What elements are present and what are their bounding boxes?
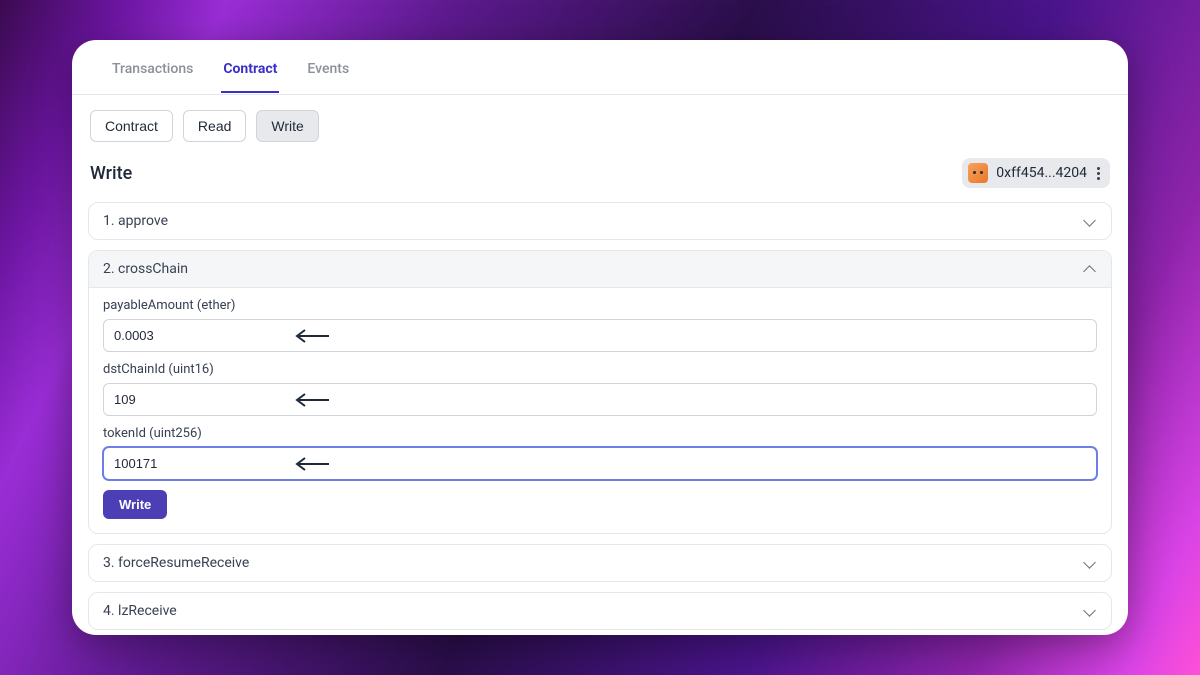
metamask-icon: [968, 163, 988, 183]
kebab-menu-icon[interactable]: [1095, 165, 1102, 182]
section-header: Write 0xff454...4204: [88, 158, 1112, 202]
function-header-crosschain[interactable]: 2. crossChain: [89, 251, 1111, 288]
field-wrap-payableamount: [103, 319, 1097, 352]
wallet-pill[interactable]: 0xff454...4204: [962, 158, 1110, 188]
tab-events[interactable]: Events: [305, 61, 351, 93]
body-area: Contract Read Write Write 0xff454...4204: [72, 94, 1128, 635]
chevron-down-icon: [1083, 604, 1097, 618]
chevron-down-icon: [1083, 556, 1097, 570]
wallet-address: 0xff454...4204: [996, 165, 1087, 181]
subtab-read[interactable]: Read: [183, 110, 246, 142]
field-wrap-tokenid: [103, 447, 1097, 480]
app-window: Transactions Contract Events Contract Re…: [72, 40, 1128, 635]
field-label-payableamount: payableAmount (ether): [103, 298, 1097, 313]
function-label: 1. approve: [103, 213, 168, 229]
field-label-tokenid: tokenId (uint256): [103, 426, 1097, 441]
tab-transactions[interactable]: Transactions: [110, 61, 195, 93]
function-label: 3. forceResumeReceive: [103, 555, 249, 571]
subtabs: Contract Read Write: [88, 110, 1112, 142]
subtab-contract[interactable]: Contract: [90, 110, 173, 142]
function-header-forceresumereceive[interactable]: 3. forceResumeReceive: [89, 545, 1111, 581]
payableamount-input[interactable]: [103, 319, 1097, 352]
function-label: 2. crossChain: [103, 261, 188, 277]
function-row-approve: 1. approve: [88, 202, 1112, 240]
function-label: 4. lzReceive: [103, 603, 177, 619]
field-label-dstchainid: dstChainId (uint16): [103, 362, 1097, 377]
tokenid-input[interactable]: [103, 447, 1097, 480]
function-row-crosschain: 2. crossChain payableAmount (ether) dstC…: [88, 250, 1112, 534]
tab-contract[interactable]: Contract: [221, 61, 279, 93]
write-button[interactable]: Write: [103, 490, 167, 519]
subtab-write[interactable]: Write: [256, 110, 318, 142]
field-wrap-dstchainid: [103, 383, 1097, 416]
tabs-divider: [72, 94, 1128, 95]
chevron-up-icon: [1083, 262, 1097, 276]
function-header-approve[interactable]: 1. approve: [89, 203, 1111, 239]
function-header-lzreceive[interactable]: 4. lzReceive: [89, 593, 1111, 629]
top-tabs: Transactions Contract Events: [72, 40, 1128, 94]
function-row-forceresumereceive: 3. forceResumeReceive: [88, 544, 1112, 582]
page-title: Write: [90, 163, 132, 184]
function-row-lzreceive: 4. lzReceive: [88, 592, 1112, 630]
dstchainid-input[interactable]: [103, 383, 1097, 416]
function-body-crosschain: payableAmount (ether) dstChainId (uint16…: [89, 288, 1111, 533]
chevron-down-icon: [1083, 214, 1097, 228]
